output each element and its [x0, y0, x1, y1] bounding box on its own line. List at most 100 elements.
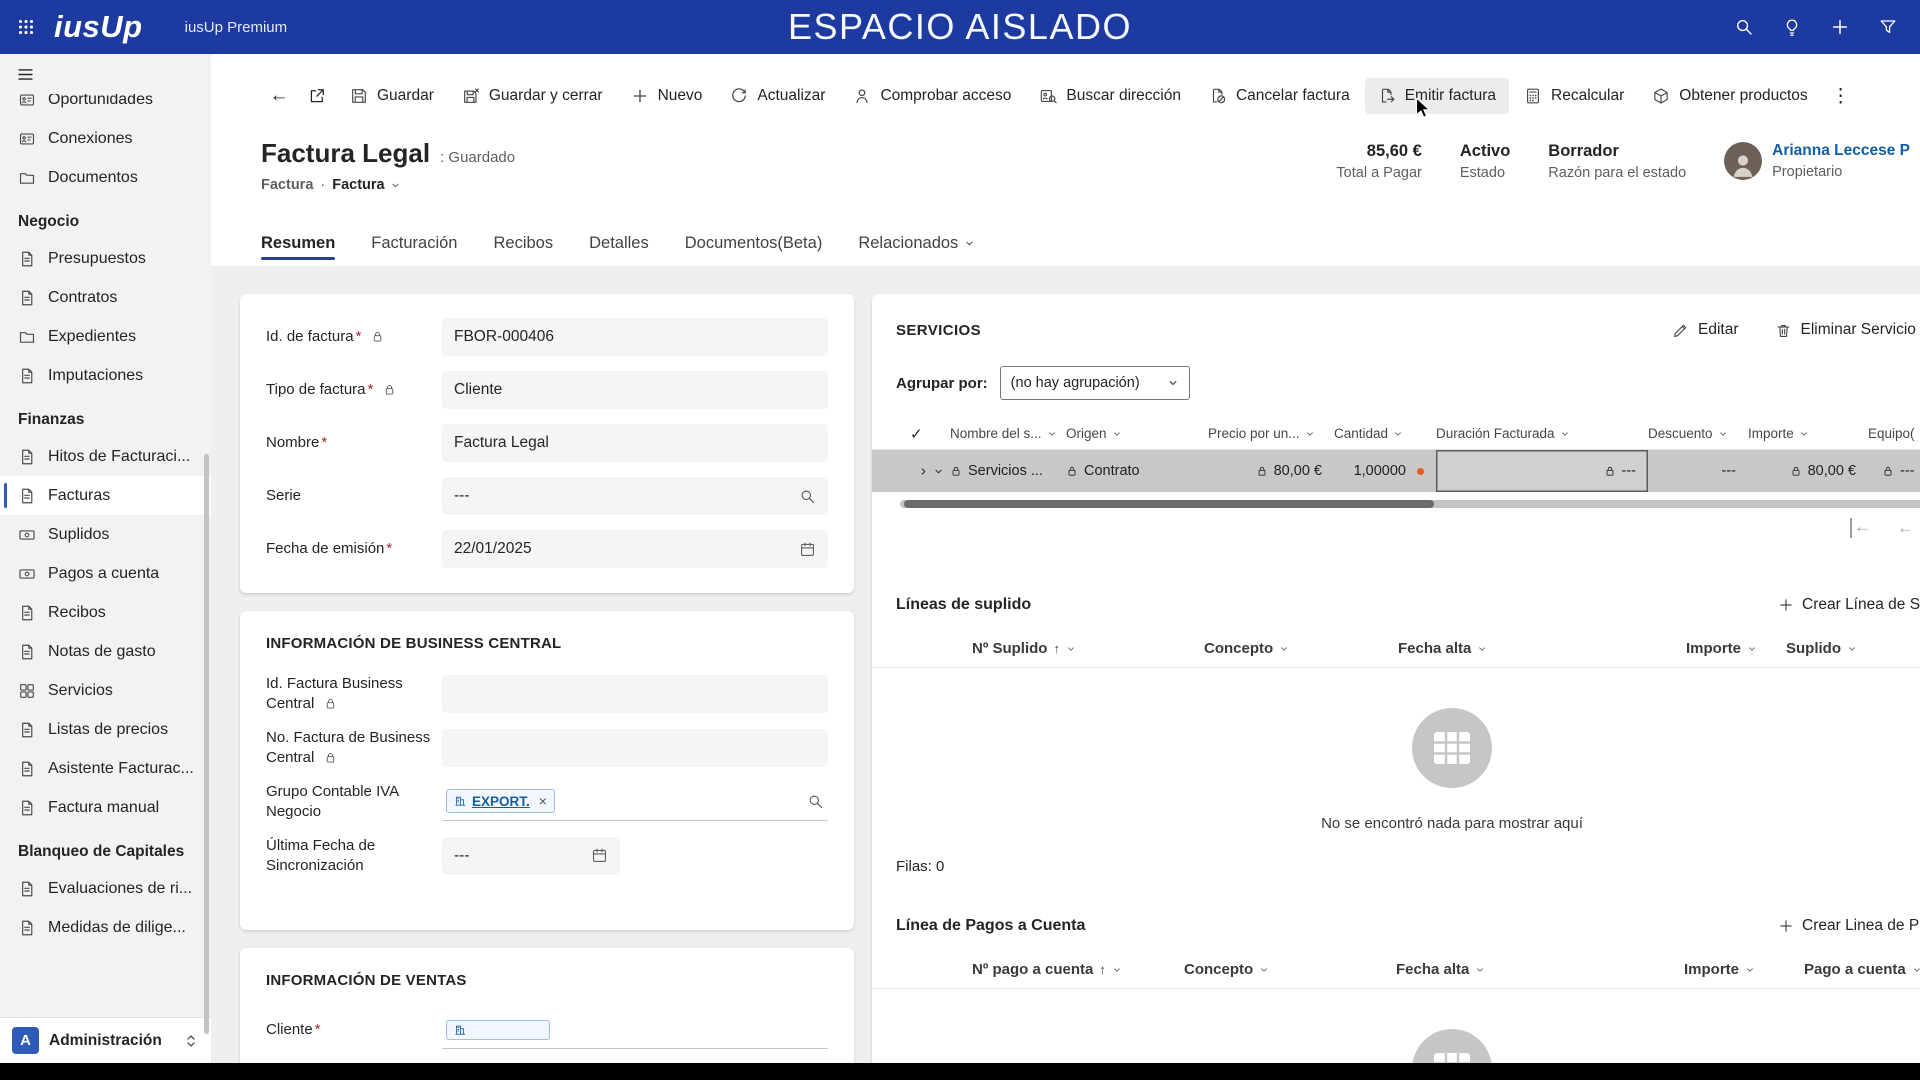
- get-products-button[interactable]: Obtener productos: [1639, 78, 1820, 114]
- column-header-importe[interactable]: Importe: [1684, 961, 1804, 978]
- sidebar-item-evaluaciones[interactable]: Evaluaciones de ri...: [0, 869, 211, 908]
- column-header-nombre[interactable]: Nombre del s...: [950, 426, 1066, 441]
- search-icon[interactable]: [799, 488, 816, 505]
- first-page-button[interactable]: ←: [1850, 518, 1871, 538]
- sidebar-item-facturas[interactable]: Facturas: [0, 476, 211, 515]
- cancel-invoice-button[interactable]: Cancelar factura: [1196, 78, 1363, 114]
- popout-button[interactable]: [299, 78, 335, 114]
- sidebar-item-imputaciones[interactable]: Imputaciones: [0, 356, 211, 395]
- cliente-lookup[interactable]: [442, 1011, 828, 1049]
- recalculate-button[interactable]: Recalcular: [1511, 78, 1637, 114]
- sidebar-item-contratos[interactable]: Contratos: [0, 278, 211, 317]
- previous-page-button[interactable]: ←: [1897, 518, 1914, 538]
- sidebar-item-expedientes[interactable]: Expedientes: [0, 317, 211, 356]
- sidebar-item-medidas[interactable]: Medidas de dilige...: [0, 908, 211, 947]
- calendar-icon[interactable]: [799, 541, 816, 558]
- lookup-pill-cliente[interactable]: [446, 1020, 550, 1040]
- horizontal-scrollbar[interactable]: [900, 500, 1920, 508]
- tab-relacionados[interactable]: Relacionados: [858, 234, 975, 266]
- services-grid-row[interactable]: Servicios ... Contrato 80,00 € 1,00000: [872, 450, 1920, 492]
- search-icon[interactable]: [807, 793, 824, 810]
- plus-icon[interactable]: [1830, 17, 1850, 37]
- remove-tag-icon[interactable]: ×: [539, 793, 547, 809]
- tipo-factura-input[interactable]: Cliente: [442, 371, 828, 409]
- sidebar-item-recibos[interactable]: Recibos: [0, 593, 211, 632]
- sidebar-item-hitos-facturacion[interactable]: Hitos de Facturaci...: [0, 437, 211, 476]
- sidebar-item-documentos[interactable]: Documentos: [0, 158, 211, 197]
- emit-invoice-button[interactable]: Emitir factura: [1365, 78, 1509, 114]
- tab-documentos-beta[interactable]: Documentos(Beta): [685, 234, 823, 266]
- column-header-fecha-alta[interactable]: Fecha alta: [1396, 961, 1684, 978]
- filter-icon[interactable]: [1878, 17, 1898, 37]
- owner-field[interactable]: Arianna Leccese P Propietario: [1724, 142, 1910, 180]
- id-factura-bc-input[interactable]: [442, 675, 828, 713]
- search-address-button[interactable]: Buscar dirección: [1026, 78, 1194, 114]
- ultima-fecha-input[interactable]: ---: [442, 837, 620, 875]
- sidebar-item-asistente-facturacion[interactable]: Asistente Facturac...: [0, 749, 211, 788]
- column-header-num-suplido[interactable]: Nº Suplido ↑: [972, 640, 1204, 657]
- search-icon[interactable]: [1734, 17, 1754, 37]
- tab-detalles[interactable]: Detalles: [589, 234, 649, 266]
- app-launcher-button[interactable]: [0, 0, 52, 54]
- column-header-num-pago[interactable]: Nº pago a cuenta ↑: [972, 961, 1184, 978]
- lookup-pill-export[interactable]: EXPORT. ×: [446, 789, 555, 813]
- grupo-contable-lookup[interactable]: EXPORT. ×: [442, 783, 828, 821]
- serie-lookup-input[interactable]: ---: [442, 477, 828, 515]
- cell-importe[interactable]: 80,00 €: [1748, 450, 1868, 492]
- back-button[interactable]: ←: [261, 78, 297, 114]
- sidebar-item-servicios[interactable]: Servicios: [0, 671, 211, 710]
- calendar-icon[interactable]: [591, 847, 608, 864]
- column-header-descuento[interactable]: Descuento: [1648, 426, 1748, 441]
- create-pago-button[interactable]: Crear Linea de P: [1778, 917, 1919, 935]
- tab-facturacion[interactable]: Facturación: [371, 234, 457, 266]
- owner-name-link[interactable]: Arianna Leccese P: [1772, 142, 1910, 160]
- sitemap-collapse-button[interactable]: [0, 54, 211, 94]
- sidebar-item-conexiones[interactable]: Conexiones: [0, 119, 211, 158]
- column-header-origen[interactable]: Origen: [1066, 426, 1208, 441]
- column-header-cantidad[interactable]: Cantidad: [1334, 426, 1436, 441]
- form-selector[interactable]: Factura: [332, 177, 400, 193]
- tab-resumen[interactable]: Resumen: [261, 234, 335, 266]
- column-header-importe[interactable]: Importe: [1686, 640, 1786, 657]
- check-access-button[interactable]: Comprobar acceso: [840, 78, 1024, 114]
- column-header-importe[interactable]: Importe: [1748, 426, 1868, 441]
- sidebar-item-listas-de-precios[interactable]: Listas de precios: [0, 710, 211, 749]
- column-header-pago-a-cuenta[interactable]: Pago a cuenta: [1804, 961, 1920, 978]
- sidebar-item-factura-manual[interactable]: Factura manual: [0, 788, 211, 827]
- row-expand-controls[interactable]: [910, 450, 950, 492]
- brand-logo[interactable]: iusUp: [54, 9, 143, 45]
- area-switcher[interactable]: A Administración: [0, 1017, 211, 1063]
- column-header-equipo[interactable]: Equipo(: [1868, 426, 1920, 441]
- new-button[interactable]: Nuevo: [618, 78, 716, 114]
- sidebar-item-oportunidades[interactable]: Oportunidades: [0, 94, 211, 119]
- column-header-duracion[interactable]: Duración Facturada: [1436, 426, 1648, 441]
- cell-precio[interactable]: 80,00 €: [1208, 450, 1334, 492]
- delete-service-button[interactable]: Eliminar Servicio: [1775, 321, 1916, 339]
- column-header-fecha-alta[interactable]: Fecha alta: [1398, 640, 1686, 657]
- column-header-suplido[interactable]: Suplido: [1786, 640, 1920, 657]
- column-header-concepto[interactable]: Concepto: [1204, 640, 1398, 657]
- save-and-close-button[interactable]: Guardar y cerrar: [449, 78, 616, 114]
- cell-equipo[interactable]: ---: [1868, 450, 1920, 492]
- nombre-input[interactable]: Factura Legal: [442, 424, 828, 462]
- cell-cantidad[interactable]: 1,00000: [1334, 450, 1436, 492]
- sidebar-item-presupuestos[interactable]: Presupuestos: [0, 239, 211, 278]
- sidebar-item-suplidos[interactable]: Suplidos: [0, 515, 211, 554]
- group-by-dropdown[interactable]: (no hay agrupación): [1000, 366, 1190, 400]
- refresh-button[interactable]: Actualizar: [717, 78, 838, 114]
- save-button[interactable]: Guardar: [337, 78, 447, 114]
- edit-services-button[interactable]: Editar: [1672, 321, 1739, 339]
- select-all-checkbox[interactable]: ✓: [910, 425, 950, 443]
- column-header-concepto[interactable]: Concepto: [1184, 961, 1396, 978]
- cell-duracion-selected[interactable]: ---: [1436, 450, 1648, 492]
- sidebar-scrollbar[interactable]: [204, 454, 209, 1034]
- column-header-precio[interactable]: Precio por un...: [1208, 426, 1334, 441]
- cell-nombre[interactable]: Servicios ...: [950, 450, 1066, 492]
- cell-descuento[interactable]: ---: [1648, 450, 1748, 492]
- sidebar-item-pagos-a-cuenta[interactable]: Pagos a cuenta: [0, 554, 211, 593]
- no-factura-bc-input[interactable]: [442, 729, 828, 767]
- cell-origen[interactable]: Contrato: [1066, 450, 1208, 492]
- fecha-emision-input[interactable]: 22/01/2025: [442, 530, 828, 568]
- tab-recibos[interactable]: Recibos: [494, 234, 554, 266]
- id-factura-input[interactable]: FBOR-000406: [442, 318, 828, 356]
